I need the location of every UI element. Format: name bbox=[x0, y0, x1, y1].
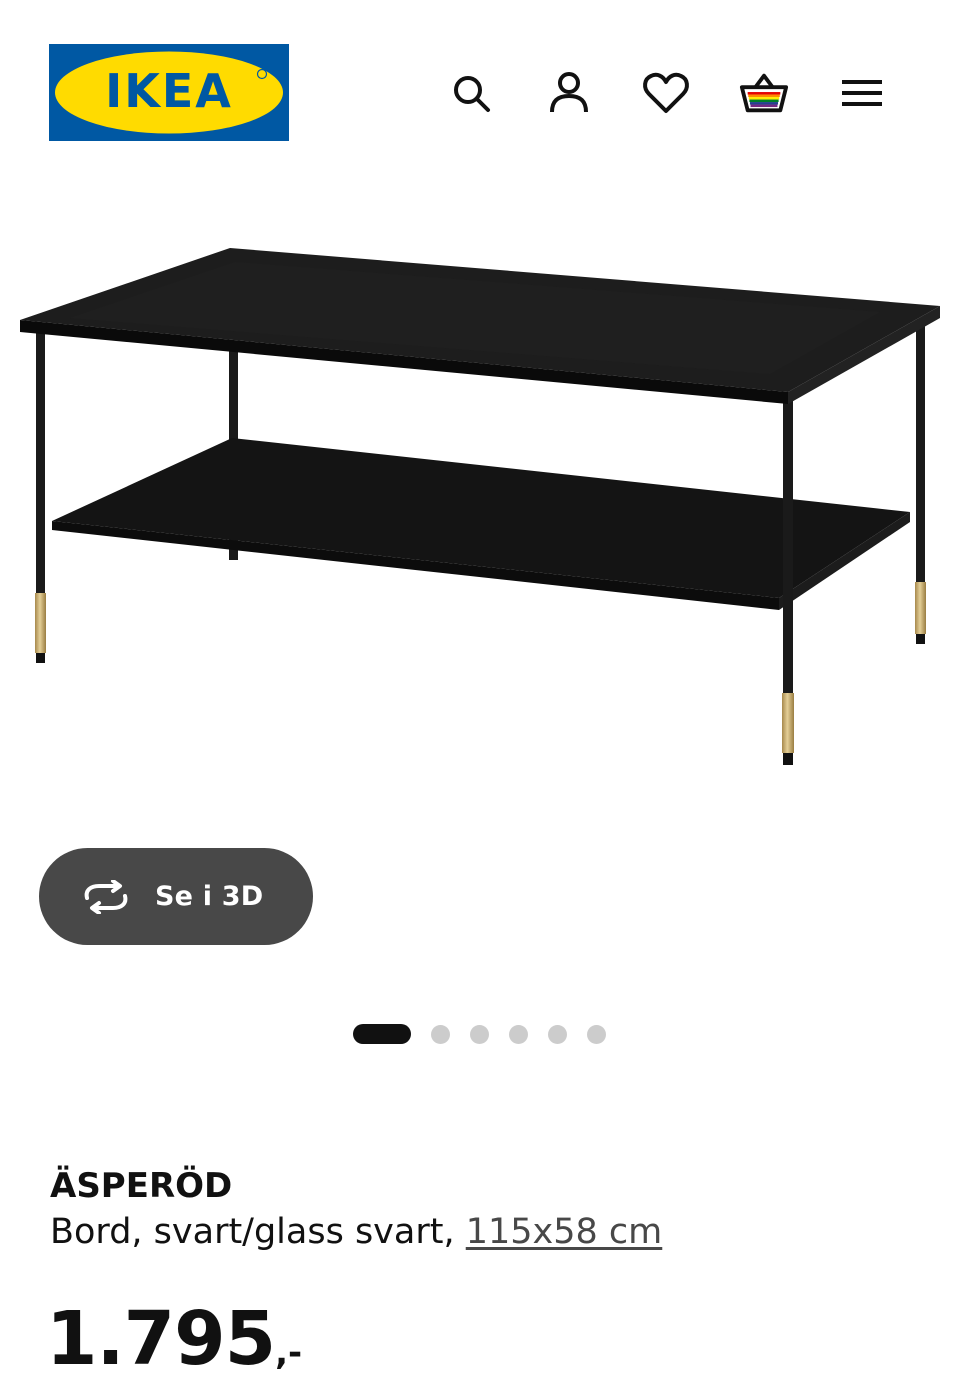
pagination-dot[interactable] bbox=[509, 1024, 528, 1044]
pagination-dot[interactable] bbox=[587, 1024, 606, 1044]
pagination-dot[interactable] bbox=[431, 1024, 450, 1044]
svg-text:IKEA: IKEA bbox=[105, 64, 233, 118]
product-measurement-link[interactable]: 115x58 cm bbox=[466, 1212, 663, 1252]
product-description: Bord, svart/glass svart, 115x58 cm bbox=[50, 1212, 662, 1252]
rotate-3d-icon bbox=[84, 879, 128, 914]
product-name: ÄSPERÖD bbox=[50, 1166, 233, 1206]
heart-icon[interactable] bbox=[641, 68, 691, 118]
ikea-logo[interactable]: IKEA bbox=[49, 44, 289, 141]
view-in-3d-button[interactable]: Se i 3D bbox=[39, 848, 313, 945]
view-in-3d-label: Se i 3D bbox=[155, 881, 264, 912]
pagination-dot[interactable] bbox=[548, 1024, 567, 1044]
price-main: 1.795 bbox=[46, 1296, 276, 1382]
product-price: 1.795,- bbox=[46, 1296, 302, 1382]
user-icon[interactable] bbox=[544, 68, 594, 118]
basket-icon[interactable] bbox=[739, 68, 789, 118]
pagination-dot-active[interactable] bbox=[353, 1024, 411, 1044]
header: IKEA bbox=[0, 0, 960, 150]
search-icon[interactable] bbox=[446, 68, 496, 118]
gallery-pagination bbox=[353, 1023, 626, 1045]
menu-icon[interactable] bbox=[837, 68, 887, 118]
pagination-dot[interactable] bbox=[470, 1024, 489, 1044]
product-description-text: Bord, svart/glass svart, bbox=[50, 1212, 455, 1252]
product-image[interactable] bbox=[0, 170, 960, 810]
price-suffix: ,- bbox=[275, 1333, 303, 1373]
